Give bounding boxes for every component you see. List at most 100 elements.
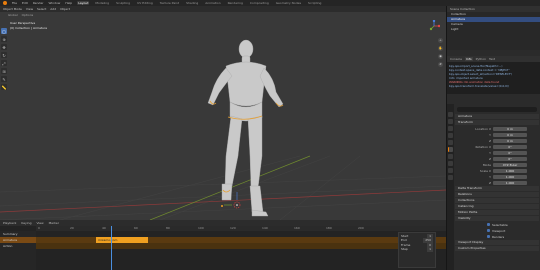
constraint-tab-icon[interactable] — [448, 168, 453, 173]
mode-dropdown[interactable]: Object Mode — [3, 7, 22, 11]
scale-tool-icon[interactable]: ⤢ — [1, 60, 7, 66]
render-tab-icon[interactable] — [448, 119, 453, 124]
rotation-mode-dropdown[interactable]: XYZ Euler — [493, 162, 527, 167]
world-tab-icon[interactable] — [448, 140, 453, 145]
scale-x-label: Scale X — [479, 168, 491, 173]
motion-paths-panel-header[interactable]: Motion Paths — [455, 210, 539, 215]
grid-icon[interactable]: # — [438, 62, 443, 67]
tool-tab-icon[interactable] — [448, 112, 453, 117]
tab-python[interactable]: Python — [476, 57, 486, 61]
checkbox-checked-icon — [487, 235, 490, 238]
viewport-scene — [0, 39, 446, 220]
zoom-icon[interactable]: + — [438, 38, 443, 43]
outliner-item-light[interactable]: Light — [447, 27, 540, 32]
rotation-y-field[interactable]: 0° — [493, 150, 527, 155]
properties-search-input[interactable] — [457, 107, 537, 112]
add-menu[interactable]: Add — [50, 7, 56, 11]
3d-viewport[interactable]: Object Mode View Select Add Object Globa… — [0, 6, 446, 220]
custom-properties-panel-header[interactable]: Custom Properties — [455, 246, 539, 251]
action-track[interactable] — [36, 243, 446, 249]
blender-logo-icon[interactable] — [3, 1, 7, 5]
transform-panel-header[interactable]: Transform — [455, 120, 539, 125]
rotation-x-row: Rotation X 0° — [455, 144, 539, 149]
timeline-editor[interactable]: Playback Keying View Marker 0 20 40 60 8… — [0, 220, 446, 270]
viewport-display-panel-header[interactable]: Viewport Display — [455, 240, 539, 245]
tab-console[interactable]: Console — [450, 57, 462, 61]
channel-action[interactable]: Action — [0, 243, 36, 249]
outliner[interactable]: Collection Armature Camera Light — [447, 12, 540, 50]
show-renders-checkbox[interactable]: Renders — [455, 234, 539, 239]
rotation-z-field[interactable]: 0° — [493, 156, 527, 161]
menu-help[interactable]: Help — [65, 1, 72, 5]
measure-tool-icon[interactable]: 📏 — [1, 84, 7, 90]
frame-step-field[interactable]: 1 — [427, 247, 433, 252]
scale-x-field[interactable]: 1.000 — [493, 168, 527, 173]
marker-menu[interactable]: Marker — [49, 221, 59, 225]
object-tab-icon[interactable] — [448, 147, 453, 152]
collections-panel-header[interactable]: Collections — [455, 198, 539, 203]
tab-text[interactable]: Text — [489, 57, 495, 61]
character-mesh[interactable] — [207, 39, 284, 217]
instancing-panel-header[interactable]: Instancing — [455, 204, 539, 209]
menu-render[interactable]: Render — [33, 1, 44, 5]
visibility-panel-header[interactable]: Visibility — [455, 216, 539, 221]
workspace-tab-texture-paint[interactable]: Texture Paint — [159, 1, 180, 5]
frame-step-row[interactable]: Step 1 — [401, 247, 433, 252]
workspace-tab-uv-editing[interactable]: UV Editing — [136, 1, 154, 5]
scale-y-field[interactable]: 1.000 — [493, 174, 527, 179]
playback-menu[interactable]: Playback — [3, 221, 16, 225]
workspace-tab-layout[interactable]: Layout — [77, 1, 90, 5]
location-z-field[interactable]: 0 m — [493, 138, 527, 143]
location-y-field[interactable]: 0 m — [493, 132, 527, 137]
workspace-tab-geometry-nodes[interactable]: Geometry Nodes — [275, 1, 302, 5]
location-x-field[interactable]: 0 m — [493, 126, 527, 131]
object-menu[interactable]: Object — [60, 7, 70, 11]
view-menu[interactable]: View — [26, 7, 33, 11]
frame-ruler[interactable]: 0 20 40 60 80 100 120 140 160 180 200 — [36, 226, 446, 231]
scale-z-row: Z 1.000 — [455, 180, 539, 185]
workspace-tab-modeling[interactable]: Modeling — [94, 1, 110, 5]
object-name-field[interactable]: Armature — [455, 114, 539, 119]
info-log-line[interactable]: bpy.ops.transform.translate(value=(0,0,0… — [449, 84, 538, 88]
rotate-tool-icon[interactable]: ↻ — [1, 52, 7, 58]
workspace-tab-shading[interactable]: Shading — [185, 1, 199, 5]
workspace-tab-scripting[interactable]: Scripting — [307, 1, 322, 5]
checkbox-checked-icon — [487, 223, 490, 226]
cursor-tool-icon[interactable]: ⊕ — [1, 36, 7, 42]
move-tool-icon[interactable]: ✥ — [1, 44, 7, 50]
outliner-title: Scene Collection — [450, 7, 475, 11]
selectable-checkbox[interactable]: Selectable — [455, 222, 539, 227]
output-tab-icon[interactable] — [448, 126, 453, 131]
timeline-view-menu[interactable]: View — [36, 221, 43, 225]
pan-icon[interactable]: ✋ — [438, 46, 443, 51]
relations-panel-header[interactable]: Relations — [455, 192, 539, 197]
select-box-tool-icon[interactable]: ▢ — [1, 28, 7, 34]
transform-orientation-dropdown[interactable]: Global — [8, 13, 18, 17]
menu-file[interactable]: File — [12, 1, 17, 5]
data-tab-icon[interactable] — [448, 175, 453, 180]
show-viewport-checkbox[interactable]: Viewport — [455, 228, 539, 233]
workspace-tab-sculpting[interactable]: Sculpting — [115, 1, 131, 5]
scene-tab-icon[interactable] — [448, 133, 453, 138]
transform-tool-icon[interactable]: ⊞ — [1, 68, 7, 74]
info-log[interactable]: bpy.ops.import_scene.fbx(filepath=...) b… — [447, 62, 540, 94]
scale-z-field[interactable]: 1.000 — [493, 180, 527, 185]
annotate-tool-icon[interactable]: ✎ — [1, 76, 7, 82]
modifier-tab-icon[interactable] — [448, 154, 453, 159]
physics-tab-icon[interactable] — [448, 161, 453, 166]
options-dropdown[interactable]: Options — [22, 13, 34, 17]
camera-icon[interactable]: ◉ — [438, 54, 443, 59]
navigation-gizmo-icon[interactable] — [428, 20, 440, 32]
workspace-tab-animation[interactable]: Animation — [204, 1, 221, 5]
menu-window[interactable]: Window — [49, 1, 61, 5]
delta-transform-panel-header[interactable]: Delta Transform — [455, 186, 539, 191]
rotation-x-field[interactable]: 0° — [493, 144, 527, 149]
keying-menu[interactable]: Keying — [21, 221, 31, 225]
workspace-tab-rendering[interactable]: Rendering — [227, 1, 244, 5]
workspace-tab-compositing[interactable]: Compositing — [249, 1, 270, 5]
viewport-tool-settings: Global Options — [0, 12, 446, 18]
select-menu[interactable]: Select — [37, 7, 46, 11]
playhead[interactable] — [111, 226, 112, 270]
tab-info[interactable]: Info — [464, 57, 473, 61]
menu-edit[interactable]: Edit — [22, 1, 28, 5]
